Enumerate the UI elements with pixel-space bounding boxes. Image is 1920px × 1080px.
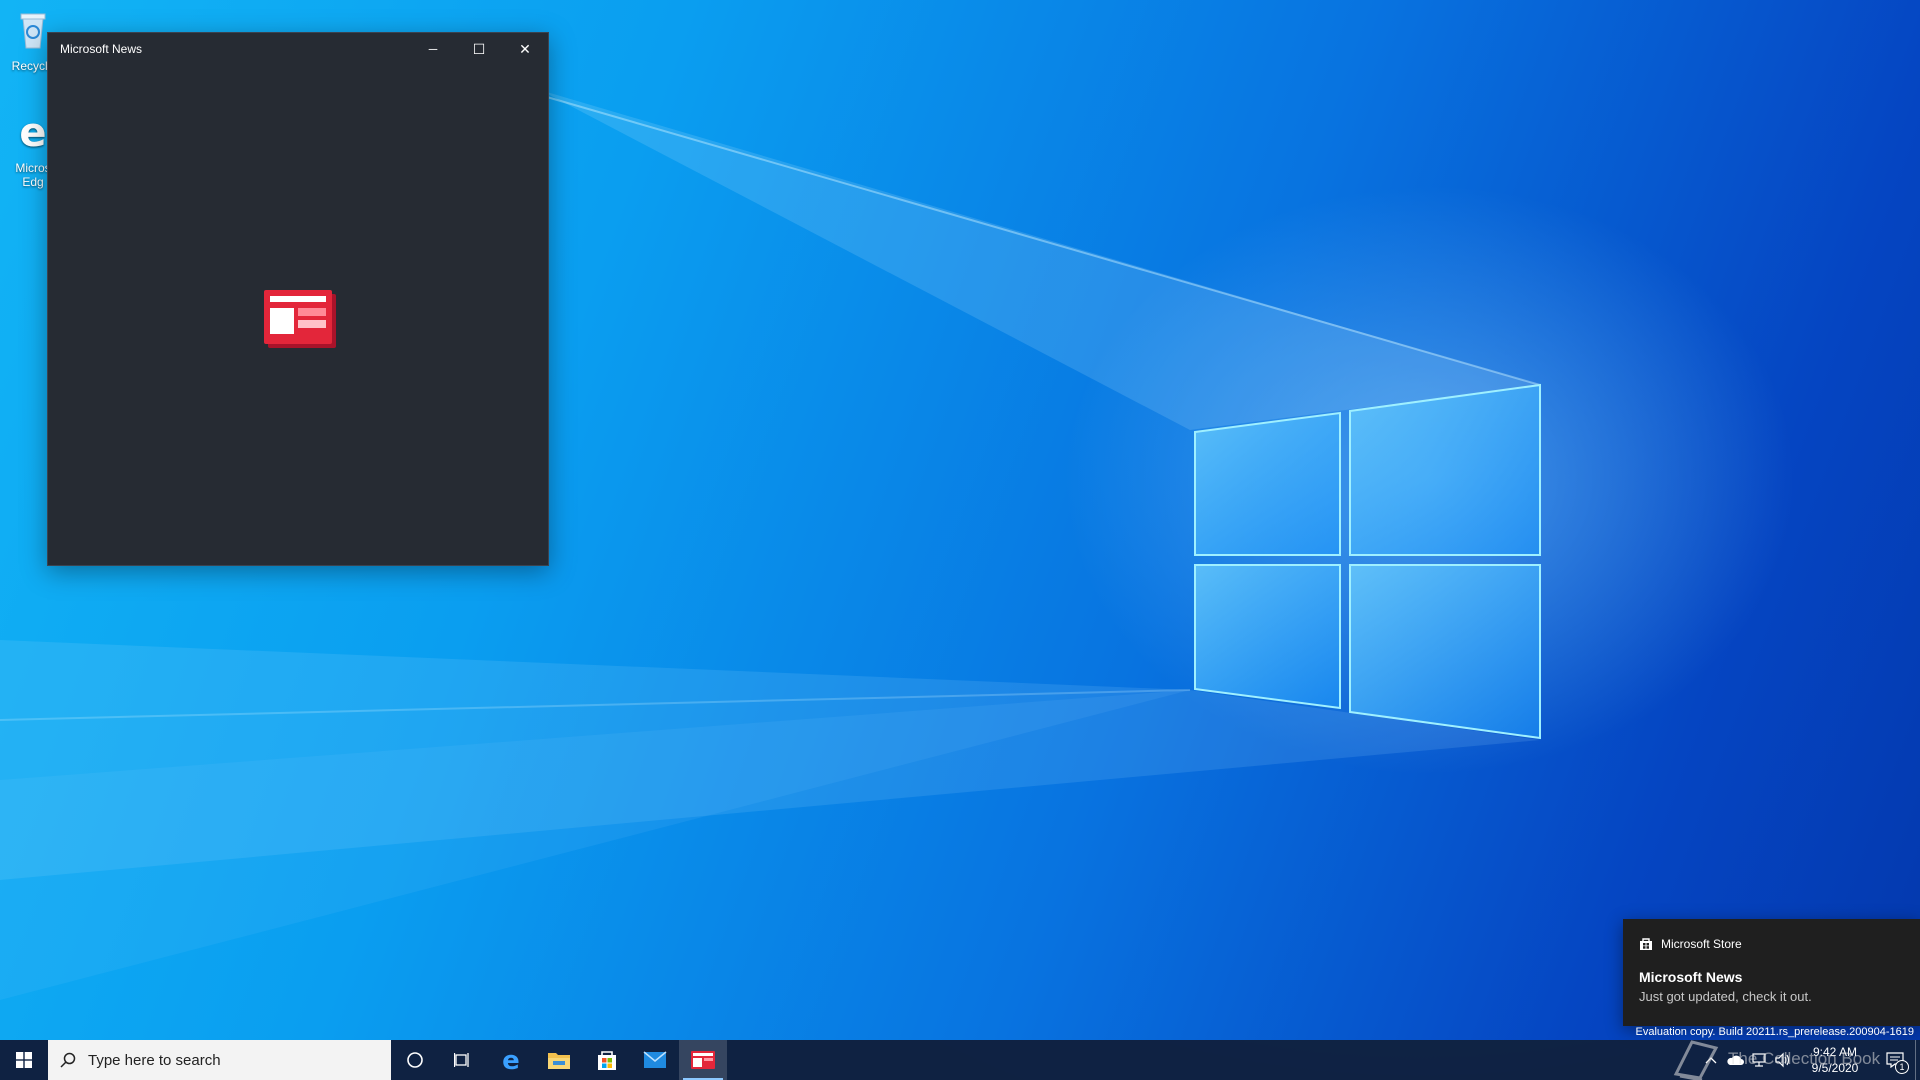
mail-icon xyxy=(643,1051,667,1068)
window-titlebar[interactable]: Microsoft News ─ ☐ ✕ xyxy=(48,33,548,65)
toast-app-name: Microsoft Store xyxy=(1661,937,1742,951)
microsoft-news-window[interactable]: Microsoft News ─ ☐ ✕ xyxy=(47,32,549,566)
search-icon xyxy=(60,1052,76,1068)
cortana-icon xyxy=(407,1052,423,1068)
taskbar-task-view-button[interactable] xyxy=(439,1040,487,1080)
start-button[interactable] xyxy=(0,1040,48,1080)
edge-icon: e xyxy=(502,1048,520,1072)
windows-start-icon xyxy=(16,1052,32,1068)
action-center-button[interactable]: 1 xyxy=(1875,1040,1915,1080)
svg-text:e: e xyxy=(19,110,46,154)
store-icon xyxy=(598,1051,616,1070)
svg-text:e: e xyxy=(502,1048,520,1072)
taskbar-search-box[interactable]: Type here to search xyxy=(48,1040,391,1080)
news-icon xyxy=(691,1051,715,1069)
toast-body: Just got updated, check it out. xyxy=(1639,989,1812,1004)
taskbar: Type here to search e 9:42 AM 9/5/2020 1 xyxy=(0,1040,1920,1080)
close-button[interactable]: ✕ xyxy=(502,33,548,65)
windows-logo-wallpaper xyxy=(1194,383,1541,740)
search-placeholder: Type here to search xyxy=(88,1051,221,1069)
book-logo-icon xyxy=(1673,1040,1719,1080)
taskbar-cortana-button[interactable] xyxy=(391,1040,439,1080)
taskbar-edge-button[interactable]: e xyxy=(487,1040,535,1080)
store-icon xyxy=(1640,938,1652,950)
toast-notification[interactable]: Microsoft Store Microsoft News Just got … xyxy=(1623,919,1920,1026)
news-splash-logo-icon xyxy=(264,290,336,348)
taskbar-store-button[interactable] xyxy=(583,1040,631,1080)
toast-header: Microsoft Store xyxy=(1639,937,1904,951)
maximize-button[interactable]: ☐ xyxy=(456,33,502,65)
toast-title: Microsoft News xyxy=(1639,969,1743,985)
minimize-button[interactable]: ─ xyxy=(410,33,456,65)
taskbar-mail-button[interactable] xyxy=(631,1040,679,1080)
evaluation-copy-text: Evaluation copy. Build 20211.rs_prerelea… xyxy=(1635,1026,1914,1038)
notification-badge: 1 xyxy=(1895,1060,1909,1074)
show-desktop-button[interactable] xyxy=(1915,1040,1920,1080)
taskbar-file-explorer-button[interactable] xyxy=(535,1040,583,1080)
folder-icon xyxy=(548,1053,570,1069)
watermark-text: The Collection Book xyxy=(1728,1049,1881,1068)
taskbar-news-button[interactable] xyxy=(679,1040,727,1080)
watermark: The Collection Book xyxy=(1672,1038,1880,1080)
task-view-icon xyxy=(454,1053,469,1067)
window-title: Microsoft News xyxy=(60,42,143,56)
